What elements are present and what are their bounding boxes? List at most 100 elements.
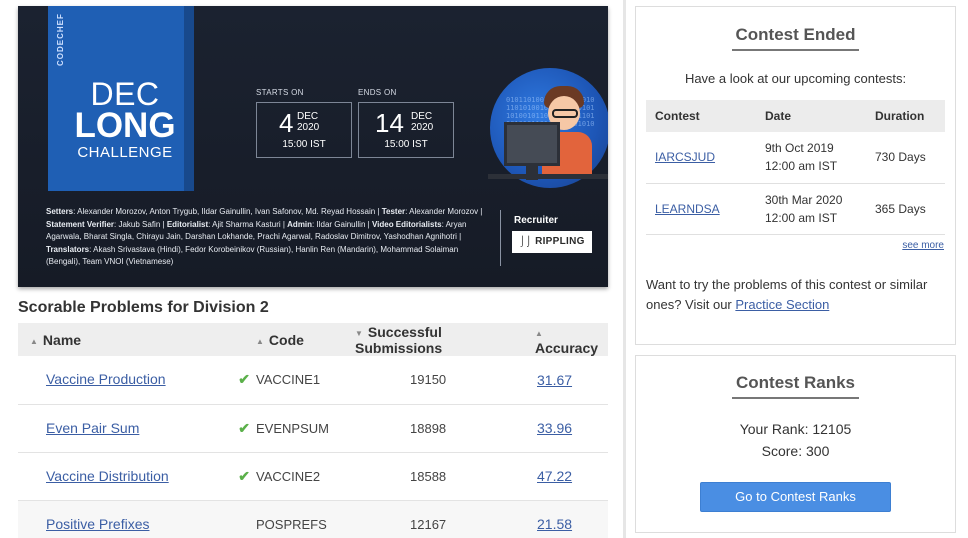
- accuracy-link[interactable]: 21.58: [537, 516, 572, 532]
- problem-code: VACCINE2: [256, 452, 349, 501]
- problem-link[interactable]: Even Pair Sum: [46, 420, 139, 436]
- problem-code: POSPREFS: [256, 500, 349, 538]
- contest-link[interactable]: IARCSJUD: [655, 150, 715, 164]
- problem-submissions: 12167: [349, 500, 525, 538]
- accuracy-link[interactable]: 31.67: [537, 372, 572, 388]
- problem-link[interactable]: Positive Prefixes: [46, 516, 149, 532]
- problem-accuracy-cell: 31.67: [525, 356, 608, 405]
- credit-text-translators: : Akash Srivastava (Hindi), Fedor Korobe…: [46, 244, 459, 267]
- banner-title-challenge: CHALLENGE: [77, 144, 173, 161]
- problem-name-cell: Vaccine Production ✔: [18, 356, 256, 405]
- start-time: 15:00 IST: [282, 139, 326, 150]
- problem-link[interactable]: Vaccine Distribution: [46, 468, 169, 484]
- credit-label-translators: Translators: [46, 244, 90, 254]
- upcoming-contests-table: Contest Date Duration IARCSJUD 9th Oct 2…: [646, 100, 945, 235]
- problem-submissions: 19150: [349, 356, 525, 405]
- col-header-code[interactable]: ▲ Code: [256, 323, 349, 356]
- credit-label-statement-verifier: Statement Verifier: [46, 219, 115, 229]
- col-header-duration: Duration: [866, 100, 945, 132]
- problem-accuracy-cell: 33.96: [525, 404, 608, 453]
- problem-accuracy-cell: 21.58: [525, 500, 608, 538]
- contest-ended-title: Contest Ended: [636, 25, 955, 51]
- credit-label-video-editorialists: Video Editorialists: [371, 219, 442, 229]
- contests-header-row: Contest Date Duration: [646, 100, 945, 132]
- problem-submissions: 18898: [349, 404, 525, 453]
- problem-name-cell: Even Pair Sum ✔: [18, 404, 256, 453]
- sort-desc-icon: ▼: [355, 328, 363, 338]
- col-header-name[interactable]: ▲ Name: [18, 323, 256, 356]
- rippling-logo: ⌡⌡ RIPPLING: [512, 231, 592, 253]
- banner-credits: Setters: Alexander Morozov, Anton Trygub…: [46, 206, 494, 269]
- go-to-contest-ranks-button[interactable]: Go to Contest Ranks: [700, 482, 891, 512]
- end-date-box: 14 DEC 2020 15:00 IST: [358, 102, 454, 158]
- contest-date: 9th Oct 2019 12:00 am IST: [756, 132, 866, 184]
- problems-section-title: Scorable Problems for Division 2: [18, 299, 269, 316]
- accuracy-link[interactable]: 33.96: [537, 420, 572, 436]
- problem-link[interactable]: Vaccine Production: [46, 371, 166, 387]
- table-row: Vaccine Production ✔ VACCINE1 19150 31.6…: [18, 356, 608, 405]
- your-score: Score: 300: [761, 443, 830, 459]
- contest-ranks-title: Contest Ranks: [636, 373, 955, 399]
- see-more-link[interactable]: see more: [902, 240, 944, 251]
- contest-ended-title-text: Contest Ended: [731, 25, 860, 51]
- problem-accuracy-cell: 47.22: [525, 452, 608, 501]
- problem-name-cell: Positive Prefixes: [18, 500, 256, 538]
- recruiter-name: RIPPLING: [535, 236, 585, 247]
- solved-check-icon: ✔: [238, 419, 250, 436]
- contest-ranks-title-text: Contest Ranks: [731, 373, 860, 399]
- contest-link[interactable]: LEARNDSA: [655, 202, 720, 216]
- contest-date-day: 30th Mar 2020: [765, 192, 843, 207]
- contest-ended-card: Contest Ended Have a look at our upcomin…: [635, 6, 956, 345]
- credit-text-setters: : Alexander Morozov, Anton Trygub, Ildar…: [73, 207, 382, 216]
- start-month: DEC: [297, 111, 319, 122]
- contest-code-cell: LEARNDSA: [646, 183, 756, 235]
- col-accuracy-label: Accuracy: [535, 339, 599, 356]
- codechef-logo: CODECHEF: [56, 13, 65, 66]
- credit-label-setters: Setters: [46, 207, 74, 216]
- col-code-label: Code: [268, 331, 304, 348]
- contest-duration: 365 Days: [866, 183, 945, 235]
- credit-text-tester: : Alexander Morozov |: [405, 207, 483, 216]
- start-month-year: DEC 2020: [297, 111, 319, 133]
- solved-check-icon: ✔: [238, 371, 250, 388]
- contest-ranks-card: Contest Ranks Your Rank: 12105 Score: 30…: [635, 355, 956, 533]
- contest-date-time: 12:00 am IST: [765, 210, 838, 225]
- upcoming-contests-subtitle: Have a look at our upcoming contests:: [684, 71, 907, 86]
- credit-text-editorialist: : Ajit Sharma Kasturi |: [208, 219, 288, 229]
- col-submissions-label: Successful Submissions: [355, 323, 443, 356]
- contest-date-day: 9th Oct 2019: [765, 141, 834, 156]
- table-row: Positive Prefixes POSPREFS 12167 21.58: [18, 500, 608, 538]
- main-column: CODECHEF DEC LONG CHALLENGE STARTS ON 4 …: [0, 0, 626, 538]
- end-day: 14: [375, 108, 404, 138]
- credit-label-tester: Tester: [381, 207, 406, 216]
- practice-prompt: Want to try the problems of this contest…: [646, 275, 946, 315]
- sort-icon: ▲: [256, 336, 264, 346]
- desk-illustration: [488, 174, 608, 179]
- accuracy-link[interactable]: 47.22: [537, 468, 572, 484]
- banner-title-long: LONG: [74, 106, 176, 145]
- end-month-year: DEC 2020: [411, 111, 433, 133]
- character-glasses: [552, 109, 578, 118]
- col-name-label: Name: [42, 331, 82, 348]
- table-row: Vaccine Distribution ✔ VACCINE2 18588 47…: [18, 452, 608, 501]
- contest-date-time: 12:00 am IST: [765, 159, 838, 174]
- problems-table: ▲ Name ▲ Code ▼ Successful Submissions ▲Acc…: [18, 323, 608, 538]
- start-year: 2020: [297, 122, 320, 133]
- solved-check-icon: ✔: [238, 467, 250, 484]
- your-rank: Your Rank: 12105: [739, 421, 852, 437]
- problems-header-row: ▲ Name ▲ Code ▼ Successful Submissions ▲Acc…: [18, 323, 608, 356]
- start-date-box: 4 DEC 2020 15:00 IST: [256, 102, 352, 158]
- problem-name-cell: Vaccine Distribution ✔: [18, 452, 256, 501]
- ends-on-label: ENDS ON: [358, 88, 397, 97]
- col-header-submissions[interactable]: ▼ Successful Submissions: [349, 323, 525, 356]
- practice-section-link[interactable]: Practice Section: [735, 297, 829, 312]
- problem-submissions: 18588: [349, 452, 525, 501]
- col-header-accuracy[interactable]: ▲Accuracy: [525, 323, 608, 356]
- sort-icon: ▲: [30, 336, 38, 346]
- contest-row: IARCSJUD 9th Oct 2019 12:00 am IST 730 Da…: [646, 132, 945, 184]
- end-year: 2020: [411, 122, 434, 133]
- contest-date: 30th Mar 2020 12:00 am IST: [756, 183, 866, 235]
- problem-code: EVENPSUM: [256, 404, 349, 453]
- recruiter-label: Recruiter: [514, 215, 558, 226]
- contest-duration: 730 Days: [866, 132, 945, 184]
